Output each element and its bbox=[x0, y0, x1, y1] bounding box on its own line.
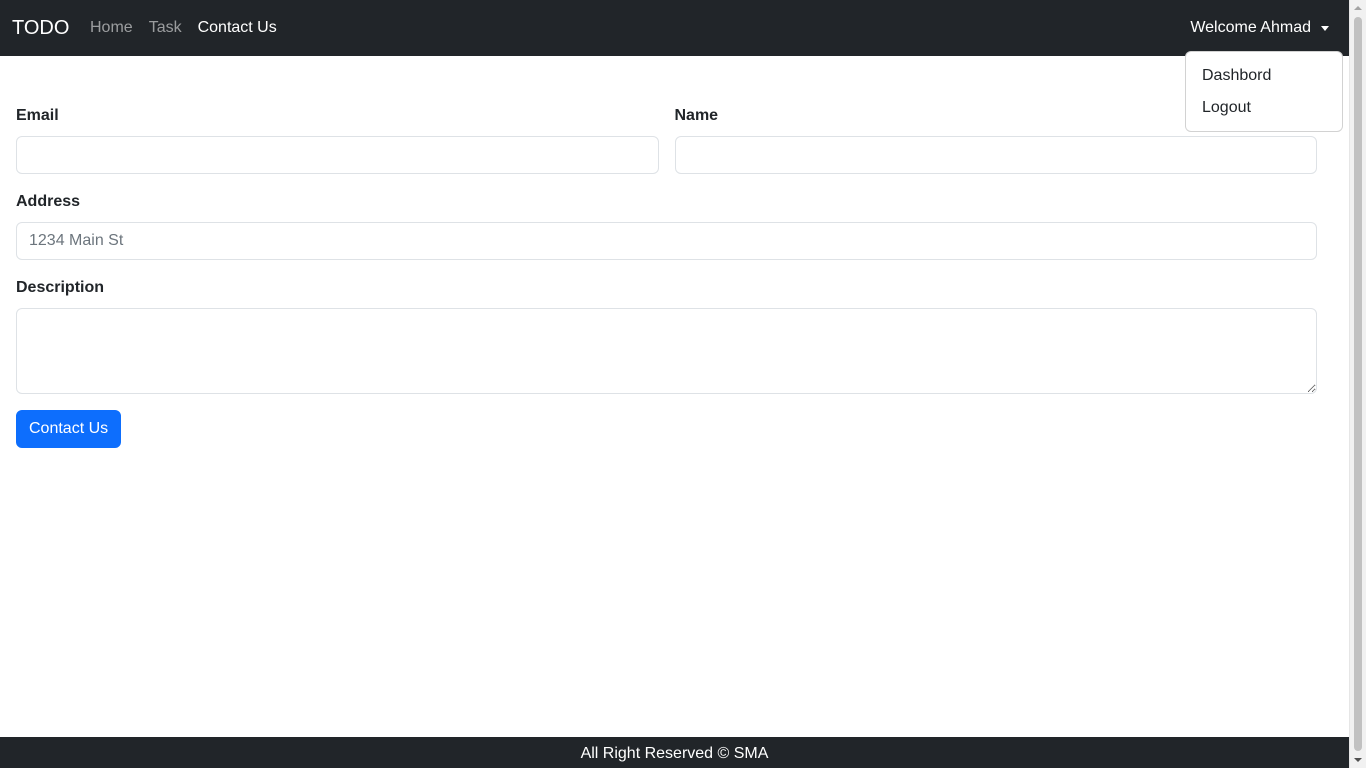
email-label: Email bbox=[16, 107, 59, 124]
description-label: Description bbox=[16, 279, 105, 296]
scroll-up-icon[interactable] bbox=[1354, 6, 1362, 10]
name-field[interactable] bbox=[674, 136, 1317, 174]
contact-form: Email Name Address Description Contact U… bbox=[16, 104, 1317, 448]
dropdown-item-dashboard[interactable]: Dashbord bbox=[1186, 60, 1342, 92]
user-menu-toggle[interactable]: Welcome Ahmad bbox=[1190, 0, 1329, 56]
contact-us-button[interactable]: Contact Us bbox=[16, 410, 122, 448]
address-group: Address bbox=[16, 190, 1317, 260]
scroll-thumb[interactable] bbox=[1354, 17, 1362, 751]
nav-link-home[interactable]: Home bbox=[82, 19, 141, 37]
description-group: Description bbox=[16, 276, 1317, 394]
page: TODO Home Task Contact Us Welcome Ahmad … bbox=[0, 0, 1349, 768]
navbar: TODO Home Task Contact Us Welcome Ahmad bbox=[0, 0, 1349, 56]
scroll-down-icon[interactable] bbox=[1354, 758, 1362, 762]
nav-link-contact-us[interactable]: Contact Us bbox=[190, 19, 285, 37]
user-menu-label: Welcome Ahmad bbox=[1190, 19, 1311, 36]
nav-links: Home Task Contact Us bbox=[82, 0, 285, 56]
email-field[interactable] bbox=[16, 136, 659, 174]
address-field[interactable] bbox=[16, 222, 1317, 260]
brand-link[interactable]: TODO bbox=[12, 15, 69, 41]
form-row-email-name: Email Name bbox=[16, 104, 1317, 190]
nav-link-task[interactable]: Task bbox=[141, 19, 190, 37]
dropdown-item-logout[interactable]: Logout bbox=[1186, 92, 1342, 124]
email-group: Email bbox=[16, 104, 659, 174]
footer-text: All Right Reserved © SMA bbox=[580, 745, 769, 762]
footer: All Right Reserved © SMA bbox=[0, 737, 1349, 768]
address-label: Address bbox=[16, 193, 81, 210]
caret-down-icon bbox=[1321, 25, 1329, 31]
vertical-scrollbar[interactable] bbox=[1349, 0, 1366, 768]
user-dropdown-menu: Dashbord Logout bbox=[1185, 51, 1343, 132]
description-field[interactable] bbox=[16, 308, 1317, 394]
